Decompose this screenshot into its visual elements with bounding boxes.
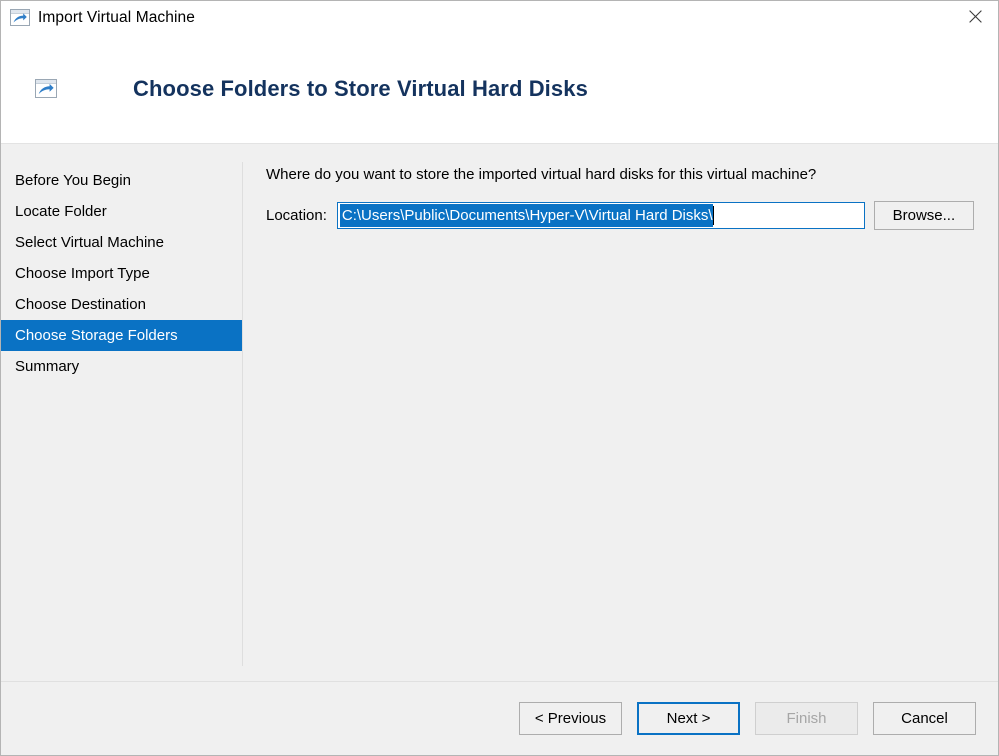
next-button[interactable]: Next > <box>637 702 740 735</box>
sidebar-item-locate-folder[interactable]: Locate Folder <box>1 196 242 227</box>
dialog-footer: < Previous Next > Finish Cancel <box>1 681 998 755</box>
location-row: Location: C:\Users\Public\Documents\Hype… <box>266 201 980 230</box>
window-title: Import Virtual Machine <box>38 9 195 27</box>
location-input-value: C:\Users\Public\Documents\Hyper-V\Virtua… <box>340 204 713 227</box>
import-virtual-machine-dialog: Import Virtual Machine Choose Folders to… <box>0 0 999 756</box>
browse-button[interactable]: Browse... <box>874 201 974 230</box>
import-vm-icon <box>35 79 57 98</box>
sidebar-separator <box>242 162 243 666</box>
sidebar-item-before-you-begin[interactable]: Before You Begin <box>1 165 242 196</box>
title-bar: Import Virtual Machine <box>1 1 998 34</box>
content-question: Where do you want to store the imported … <box>266 166 980 183</box>
wizard-steps-sidebar: Before You Begin Locate Folder Select Vi… <box>1 144 242 681</box>
page-header: Choose Folders to Store Virtual Hard Dis… <box>1 34 998 144</box>
sidebar-item-label: Before You Begin <box>15 172 131 189</box>
sidebar-item-choose-storage-folders[interactable]: Choose Storage Folders <box>1 320 242 351</box>
page-title: Choose Folders to Store Virtual Hard Dis… <box>133 76 588 102</box>
location-label: Location: <box>266 207 327 224</box>
sidebar-item-label: Select Virtual Machine <box>15 234 164 251</box>
close-icon[interactable] <box>952 1 998 32</box>
sidebar-item-choose-import-type[interactable]: Choose Import Type <box>1 258 242 289</box>
location-input[interactable]: C:\Users\Public\Documents\Hyper-V\Virtua… <box>337 202 865 229</box>
content-pane: Where do you want to store the imported … <box>242 144 998 681</box>
sidebar-item-label: Choose Storage Folders <box>15 327 178 344</box>
dialog-body: Before You Begin Locate Folder Select Vi… <box>1 144 998 681</box>
sidebar-item-select-virtual-machine[interactable]: Select Virtual Machine <box>1 227 242 258</box>
sidebar-item-label: Summary <box>15 358 79 375</box>
cancel-button[interactable]: Cancel <box>873 702 976 735</box>
previous-button[interactable]: < Previous <box>519 702 622 735</box>
sidebar-item-label: Choose Destination <box>15 296 146 313</box>
sidebar-item-label: Choose Import Type <box>15 265 150 282</box>
text-caret <box>713 206 714 225</box>
sidebar-item-choose-destination[interactable]: Choose Destination <box>1 289 242 320</box>
sidebar-item-summary[interactable]: Summary <box>1 351 242 382</box>
import-vm-icon <box>10 9 30 26</box>
finish-button: Finish <box>755 702 858 735</box>
sidebar-item-label: Locate Folder <box>15 203 107 220</box>
